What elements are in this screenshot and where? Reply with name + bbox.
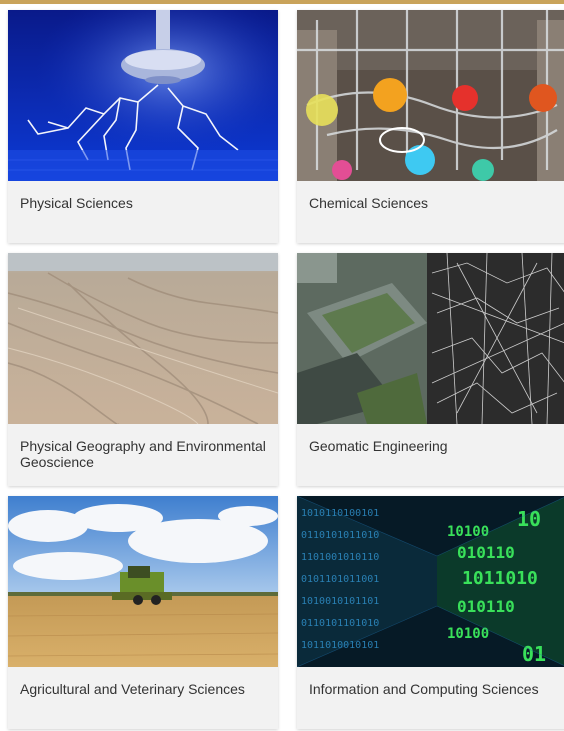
- card-title: Geomatic Engineering: [309, 438, 448, 454]
- physical-sciences-image: [8, 10, 278, 181]
- svg-text:10: 10: [517, 507, 541, 531]
- geomatic-engineering-image: [297, 253, 564, 424]
- svg-text:010110: 010110: [457, 543, 515, 562]
- card-title: Chemical Sciences: [309, 195, 429, 211]
- card-title: Physical Sciences: [20, 195, 133, 211]
- card-title: Agricultural and Veterinary Sciences: [20, 681, 245, 697]
- svg-text:1010110100101: 1010110100101: [301, 508, 379, 519]
- svg-text:0110101011010: 0110101011010: [301, 530, 379, 541]
- card-chemical-sciences[interactable]: Chemical Sciences: [297, 10, 564, 243]
- agricultural-sciences-image: [8, 496, 278, 667]
- field-of-research-grid: Physical Sciences Chemical Sciences Phys…: [8, 10, 564, 729]
- top-accent-bar: [0, 0, 564, 4]
- svg-text:010110: 010110: [457, 597, 515, 616]
- card-agricultural-veterinary[interactable]: Agricultural and Veterinary Sciences: [8, 496, 278, 729]
- svg-text:1101001010110: 1101001010110: [301, 552, 379, 563]
- svg-text:01: 01: [522, 642, 546, 666]
- svg-text:1010010101101: 1010010101101: [301, 596, 379, 607]
- svg-text:1011010: 1011010: [462, 568, 538, 589]
- information-computing-image: 1010110100101 0110101011010 110100101011…: [297, 496, 564, 667]
- card-title: Information and Computing Sciences: [309, 681, 539, 697]
- svg-text:10100: 10100: [447, 626, 489, 642]
- svg-text:1011010010101: 1011010010101: [301, 640, 379, 651]
- card-physical-geography[interactable]: Physical Geography and Environmental Geo…: [8, 253, 278, 486]
- physical-geography-image: [8, 253, 278, 424]
- svg-text:10100: 10100: [447, 524, 489, 540]
- card-title: Physical Geography and Environmental Geo…: [20, 438, 266, 470]
- svg-text:0110101101010: 0110101101010: [301, 618, 379, 629]
- card-physical-sciences[interactable]: Physical Sciences: [8, 10, 278, 243]
- svg-text:0101101011001: 0101101011001: [301, 574, 379, 585]
- chemical-sciences-image: [297, 10, 564, 181]
- card-information-computing[interactable]: 1010110100101 0110101011010 110100101011…: [297, 496, 564, 729]
- card-geomatic-engineering[interactable]: Geomatic Engineering: [297, 253, 564, 486]
